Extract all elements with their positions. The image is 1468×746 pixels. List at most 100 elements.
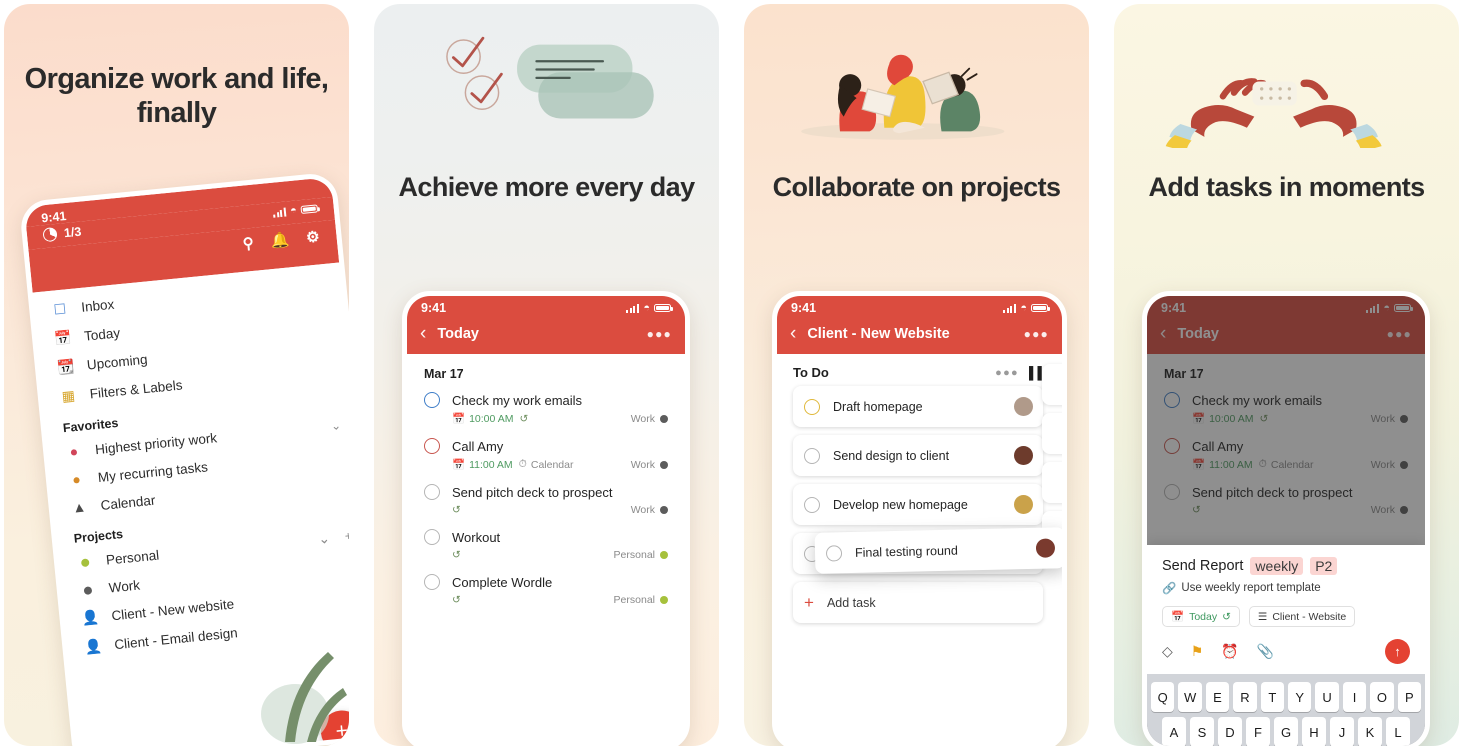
back-icon[interactable]: ‹ <box>420 324 426 343</box>
arrow-up-icon: ↑ <box>1394 644 1401 659</box>
task-row[interactable]: Workout ↺ Personal <box>407 527 685 572</box>
card-title: Draft homepage <box>833 399 923 414</box>
status-icons: ◓ <box>626 302 673 314</box>
alarm-icon[interactable]: ⏰ <box>1221 643 1238 660</box>
key[interactable]: H <box>1302 717 1326 746</box>
board-column-header: To Do ●●● ▌▌ <box>793 354 1062 386</box>
chevron-down-icon[interactable]: ⌄ <box>317 529 330 547</box>
link-icon: 🔗 <box>1162 583 1177 595</box>
priority-token: P2 <box>1310 557 1338 575</box>
key[interactable]: F <box>1246 717 1270 746</box>
toolbar-icons: ⚲ 🔔 ⚙ <box>241 223 325 263</box>
task-checkbox[interactable] <box>424 574 440 590</box>
task-checkbox[interactable] <box>804 447 820 464</box>
task-checkbox[interactable] <box>424 392 440 408</box>
person-icon: 👤 <box>80 608 100 627</box>
chevron-down-icon[interactable]: ⌄ <box>330 418 341 433</box>
board-card[interactable]: Send design to client <box>793 435 1043 476</box>
key[interactable]: G <box>1274 717 1298 746</box>
key[interactable]: P <box>1397 682 1422 712</box>
task-checkbox[interactable] <box>424 484 440 500</box>
task-checkbox[interactable] <box>424 438 440 454</box>
search-icon[interactable]: ⚲ <box>242 234 255 253</box>
key[interactable]: I <box>1342 682 1367 712</box>
task-title: Complete Wordle <box>452 574 553 590</box>
quick-add-chips: 📅 Today ↺ ☰ Client - Website <box>1162 606 1410 627</box>
task-checkbox[interactable] <box>825 544 843 562</box>
key[interactable]: O <box>1370 682 1394 712</box>
task-project: Work <box>631 504 668 516</box>
avatar <box>1014 495 1033 514</box>
key[interactable]: T <box>1260 682 1284 712</box>
key[interactable]: K <box>1358 717 1382 746</box>
task-row[interactable]: Check my work emails 📅10:00 AM ↺ Work <box>407 390 685 436</box>
droplet-icon: ● <box>71 470 82 488</box>
more-icon[interactable]: ●●● <box>647 327 672 341</box>
board-card[interactable]: Develop new homepage <box>793 484 1043 525</box>
recurring-icon: ↺ <box>452 549 461 561</box>
calendar-grid-icon: 📆 <box>56 357 76 376</box>
key[interactable]: Y <box>1288 682 1312 712</box>
task-row[interactable]: Complete Wordle ↺ Personal <box>407 572 685 617</box>
sidebar-item-label: Upcoming <box>86 351 149 373</box>
key[interactable]: R <box>1233 682 1257 712</box>
board-container: To Do ●●● ▌▌ Draft homepage Send design … <box>777 354 1062 746</box>
key[interactable]: J <box>1330 717 1354 746</box>
send-button[interactable]: ↑ <box>1385 639 1410 664</box>
key[interactable]: E <box>1205 682 1230 712</box>
filters-labels-icon: ▦ <box>60 386 76 405</box>
bell-icon[interactable]: 🔔 <box>270 230 290 250</box>
recurring-icon: ↺ <box>452 594 461 606</box>
hands-illustration <box>1165 78 1382 148</box>
panel-organize: Organize work and life, finally 9:41 1/3… <box>4 4 349 746</box>
task-row[interactable]: Call Amy 📅11:00 AM ⏱Calendar Work <box>407 436 685 482</box>
task-checkbox[interactable] <box>804 398 820 415</box>
tag-icon[interactable]: ◇ <box>1162 643 1173 660</box>
task-list: Mar 17 Check my work emails 📅10:00 AM ↺ … <box>407 354 685 617</box>
key[interactable]: D <box>1218 717 1242 746</box>
task-checkbox[interactable] <box>804 496 820 513</box>
dragged-card[interactable]: Final testing round <box>814 527 1062 574</box>
paperclip-icon[interactable]: 📎 <box>1257 643 1274 660</box>
next-column-card <box>1042 462 1062 503</box>
board-card[interactable]: Draft homepage <box>793 386 1043 427</box>
card-title: Final testing round <box>854 543 958 560</box>
keyboard-row-2: A S D F G H J K L <box>1151 717 1421 746</box>
add-task-button[interactable]: + Add task <box>793 582 1043 623</box>
key[interactable]: Q <box>1150 682 1175 712</box>
task-row[interactable]: Send pitch deck to prospect ↺ Work <box>407 482 685 527</box>
key[interactable]: U <box>1315 682 1339 712</box>
status-bar: 9:41 ◓ <box>777 296 1062 317</box>
quick-add-description[interactable]: 🔗 Use weekly report template <box>1162 581 1410 595</box>
task-checkbox[interactable] <box>424 529 440 545</box>
onscreen-keyboard[interactable]: Q W E R T Y U I O P A S D F G H J K L <box>1147 674 1425 746</box>
back-icon[interactable]: ‹ <box>790 324 796 343</box>
next-column-card <box>1042 413 1062 454</box>
key[interactable]: W <box>1178 682 1202 712</box>
task-title: Check my work emails <box>452 392 583 408</box>
day-label: Mar 17 <box>424 367 464 381</box>
flag-icon[interactable]: ⚑ <box>1191 643 1204 660</box>
quick-add-input[interactable]: Send Report weekly P2 <box>1162 557 1410 575</box>
sidebar-item-label: My recurring tasks <box>97 458 209 485</box>
key[interactable]: L <box>1386 717 1410 746</box>
signal-icon <box>272 206 287 218</box>
headline-collaborate: Collaborate on projects <box>772 172 1061 202</box>
inbox-icon: ☐ <box>52 300 67 318</box>
sidebar-item-label: Work <box>108 577 141 596</box>
plus-icon: + <box>804 592 814 612</box>
wifi-icon: ◓ <box>1020 301 1027 314</box>
project-chip[interactable]: ☰ Client - Website <box>1248 606 1356 627</box>
gear-icon[interactable]: ⚙ <box>305 227 320 246</box>
date-chip[interactable]: 📅 Today ↺ <box>1162 606 1240 627</box>
key[interactable]: A <box>1162 717 1186 746</box>
project-dot-icon <box>78 581 96 599</box>
task-calendar-source: ⏱Calendar <box>518 458 574 471</box>
column-more-icon[interactable]: ●●● <box>995 367 1019 379</box>
more-icon[interactable]: ●●● <box>1024 327 1049 341</box>
add-project-icon[interactable]: + <box>344 529 349 544</box>
key[interactable]: S <box>1190 717 1214 746</box>
headline-organize: Organize work and life, finally <box>24 63 329 130</box>
task-due-time: 📅11:00 AM <box>452 458 513 472</box>
recurring-icon: ↺ <box>1222 610 1231 623</box>
